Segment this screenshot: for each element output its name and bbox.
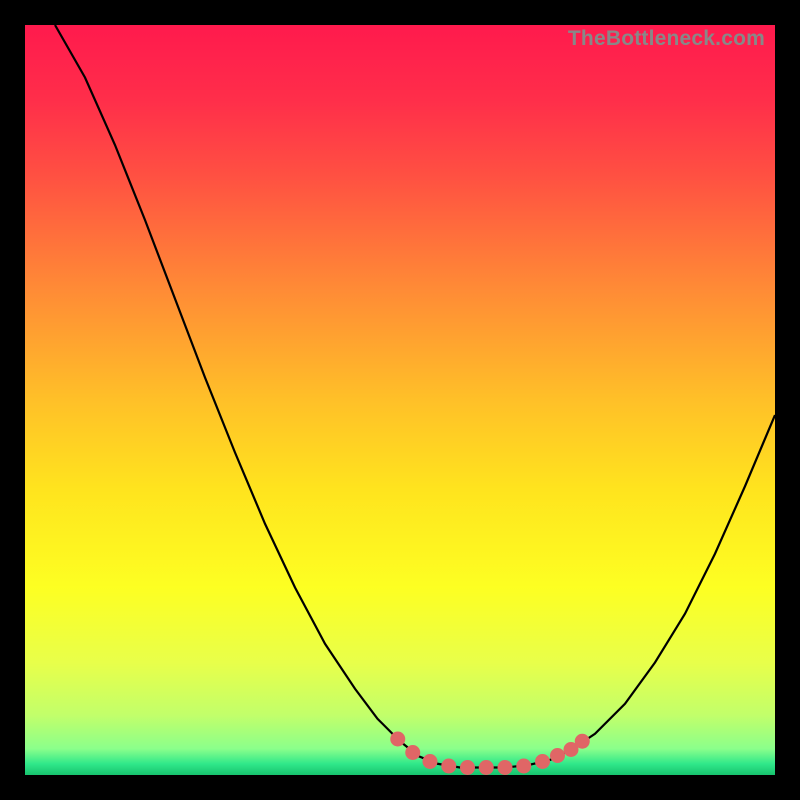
- highlight-dot: [550, 748, 565, 763]
- highlight-dot: [423, 754, 438, 769]
- highlight-dot: [460, 760, 475, 775]
- chart-frame: TheBottleneck.com: [25, 25, 775, 775]
- highlight-dot: [441, 759, 456, 774]
- highlight-dot: [405, 745, 420, 760]
- highlight-dot: [535, 754, 550, 769]
- chart-canvas: [25, 25, 775, 775]
- highlight-dot: [575, 734, 590, 749]
- highlight-dot: [498, 760, 513, 775]
- gradient-background: [25, 25, 775, 775]
- watermark-text: TheBottleneck.com: [568, 27, 765, 51]
- highlight-dot: [390, 732, 405, 747]
- highlight-dot: [479, 760, 494, 775]
- highlight-dot: [516, 759, 531, 774]
